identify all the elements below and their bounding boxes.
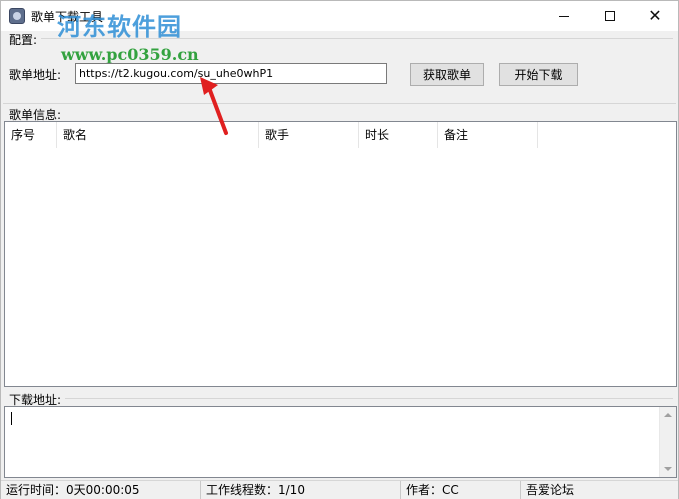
section-divider [3,103,676,104]
column-header-artist[interactable]: 歌手 [259,122,359,148]
watermark-url: www.pc0359.cn [61,45,199,64]
status-forum: 吾爱论坛 [526,483,575,497]
status-runtime: 运行时间：0天00:00:05 [1,481,201,499]
config-divider [41,38,673,39]
playlist-table-header: 序号 歌名 歌手 时长 备注 [5,122,676,148]
column-header-duration[interactable]: 时长 [359,122,438,148]
playlist-url-label: 歌单地址: [9,68,62,82]
status-threads: 工作线程数：1/10 [201,481,401,499]
fetch-playlist-button[interactable]: 获取歌单 [410,63,484,86]
close-button[interactable]: ✕ [632,1,678,31]
download-scrollbar[interactable] [659,407,676,477]
annotation-arrow-icon [200,77,228,135]
maximize-icon [605,11,615,21]
status-author: 作者：CC [401,481,521,499]
scroll-down-icon[interactable] [664,467,672,471]
playlist-table[interactable]: 序号 歌名 歌手 时长 备注 [4,121,677,387]
start-download-button[interactable]: 开始下载 [499,63,578,86]
column-header-note[interactable]: 备注 [438,122,538,148]
watermark-brand: 河东软件园 [57,12,182,41]
download-divider [65,398,673,399]
app-icon [9,8,25,24]
close-icon: ✕ [648,6,662,25]
scroll-up-icon[interactable] [664,413,672,417]
app-window: 歌单下载工具 ✕ 河东软件园 www.pc0359.cn 配置: 歌单地址: 获… [0,0,679,499]
status-bar: 运行时间：0天00:00:05 工作线程数：1/10 作者：CC 吾爱论坛 [1,480,678,499]
maximize-button[interactable] [587,1,633,31]
minimize-icon [559,15,569,17]
column-header-index[interactable]: 序号 [5,122,57,148]
download-url-textarea[interactable] [4,406,677,478]
text-caret [11,412,12,425]
config-section-label: 配置: [9,33,38,47]
minimize-button[interactable] [541,1,587,31]
